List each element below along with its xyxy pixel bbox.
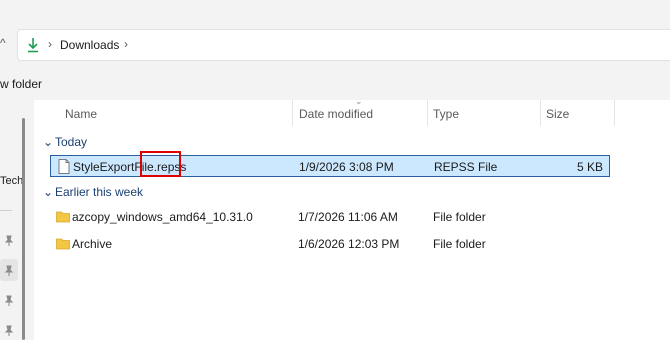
nav-item-partial[interactable]: Tech (0, 175, 23, 187)
group-label: Earlier this week (55, 185, 144, 199)
column-header-type[interactable]: Type (433, 107, 459, 133)
pin-icon[interactable] (3, 235, 15, 247)
sort-indicator-icon: ⌄ (355, 96, 363, 106)
breadcrumb-chevron-icon[interactable]: › (124, 37, 128, 51)
new-folder-button[interactable]: w folder (0, 77, 42, 91)
file-date: 1/6/2026 12:03 PM (298, 237, 400, 251)
column-header-date-modified[interactable]: Date modified (299, 107, 373, 133)
pin-icon[interactable] (3, 295, 15, 307)
chevron-down-icon: ⌄ (43, 135, 54, 149)
title-bar-strip (0, 0, 670, 22)
group-header-today[interactable]: ⌄ Today (43, 135, 87, 149)
command-bar (0, 70, 670, 100)
nav-divider (0, 210, 12, 211)
column-header-size[interactable]: Size (546, 107, 569, 133)
column-divider[interactable] (614, 100, 615, 126)
column-header-name[interactable]: Name (65, 107, 97, 133)
highlight-annotation (140, 151, 181, 177)
column-divider[interactable] (427, 100, 428, 126)
up-chevron-icon[interactable]: ^ (0, 36, 10, 52)
file-row[interactable]: Archive 1/6/2026 12:03 PM File folder (50, 233, 610, 255)
column-divider[interactable] (540, 100, 541, 126)
file-type: REPSS File (434, 160, 498, 174)
breadcrumb-downloads[interactable]: Downloads (60, 38, 119, 52)
file-date: 1/7/2026 11:06 AM (298, 210, 398, 224)
chevron-down-icon: ⌄ (43, 185, 54, 199)
folder-icon (56, 238, 70, 250)
download-arrow-icon (28, 38, 38, 53)
file-icon (58, 159, 70, 174)
folder-icon (56, 211, 70, 223)
file-type: File folder (433, 237, 486, 251)
breadcrumb-separator-icon[interactable]: › (48, 37, 52, 51)
group-label: Today (55, 135, 88, 149)
column-divider[interactable] (292, 100, 293, 126)
file-type: File folder (433, 210, 486, 224)
group-header-earlier-this-week[interactable]: ⌄ Earlier this week (43, 185, 143, 199)
file-name[interactable]: azcopy_windows_amd64_10.31.0 (72, 210, 253, 224)
file-row[interactable]: azcopy_windows_amd64_10.31.0 1/7/2026 11… (50, 206, 610, 228)
nav-scrollbar[interactable] (22, 118, 25, 340)
pin-icon[interactable] (3, 265, 15, 277)
file-row[interactable]: StyleExportFile.repss 1/9/2026 3:08 PM R… (50, 155, 610, 177)
file-date: 1/9/2026 3:08 PM (299, 160, 394, 174)
pin-icon[interactable] (3, 325, 15, 337)
file-size: 5 KB (576, 160, 603, 174)
address-bar[interactable]: › Downloads › (17, 29, 670, 61)
file-name[interactable]: Archive (72, 237, 112, 251)
